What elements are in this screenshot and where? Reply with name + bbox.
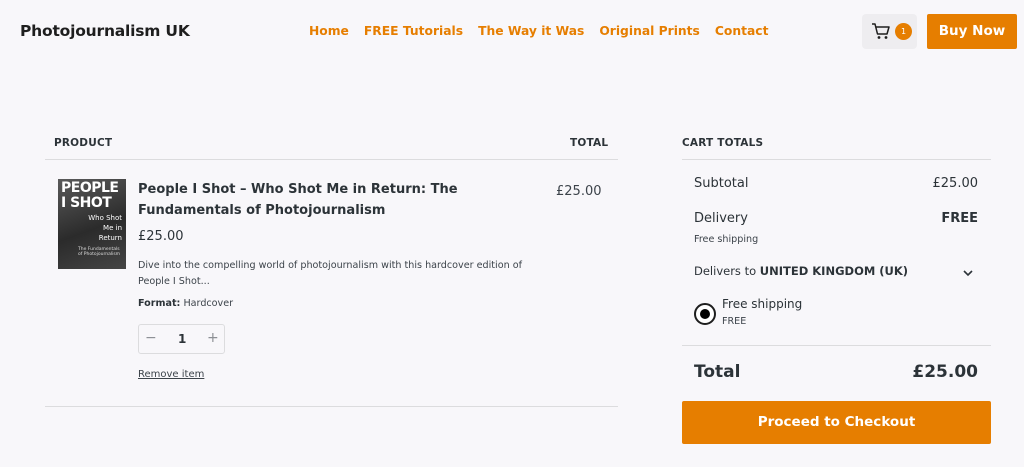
nav-free-tutorials[interactable]: FREE Tutorials <box>364 24 463 38</box>
nav-contact[interactable]: Contact <box>715 24 769 38</box>
nav-the-way-it-was[interactable]: The Way it Was <box>478 24 584 38</box>
delivers-to-prefix: Delivers to <box>694 264 757 278</box>
delivers-to-country: UNITED KINGDOM (UK) <box>759 264 909 278</box>
remove-item-link[interactable]: Remove item <box>138 369 204 380</box>
line-total: £25.00 <box>556 184 602 199</box>
quantity-stepper: − 1 + <box>138 324 225 354</box>
site-header: Photojournalism UK Home FREE Tutorials T… <box>0 0 1024 64</box>
product-column-header: PRODUCT <box>54 137 113 149</box>
thumbnail-title-line-2: I SHOT <box>61 195 112 211</box>
thumbnail-title: PEOPLE I SHOT <box>61 180 119 211</box>
increase-quantity-button[interactable]: + <box>207 330 219 346</box>
proceed-to-checkout-button[interactable]: Proceed to Checkout <box>682 401 991 444</box>
subtotal-value: £25.00 <box>932 176 979 191</box>
thumbnail-title-line-1: PEOPLE <box>61 180 119 196</box>
thumbnail-subtitle-line-2: Me in <box>103 224 122 232</box>
order-total-label: Total <box>694 362 741 382</box>
shipping-option-label[interactable]: Free shipping <box>722 297 802 311</box>
delivers-to-selector[interactable]: Delivers to UNITED KINGDOM (UK) <box>694 264 908 278</box>
product-price: £25.00 <box>138 229 184 244</box>
thumbnail-caption: The Fundamentals of Photojournalism <box>78 247 120 257</box>
subtotal-label: Subtotal <box>694 176 749 191</box>
thumbnail-subtitle: Who Shot Me in Return <box>88 213 122 243</box>
cart-button[interactable]: 1 <box>862 14 917 49</box>
delivery-value: FREE <box>941 211 978 226</box>
shipping-option-radio[interactable] <box>694 303 716 325</box>
site-title[interactable]: Photojournalism UK <box>20 22 190 40</box>
decrease-quantity-button[interactable]: − <box>145 330 157 346</box>
nav-home[interactable]: Home <box>309 24 349 38</box>
shipping-option-price: FREE <box>722 316 747 327</box>
thumbnail-subtitle-line-3: Return <box>98 234 122 242</box>
delivery-note: Free shipping <box>694 234 759 245</box>
main-nav: Home FREE Tutorials The Way it Was Origi… <box>309 24 768 38</box>
table-bottom-divider <box>45 406 618 407</box>
thumbnail-caption-line-2: of Photojournalism <box>78 252 121 257</box>
cart-icon <box>872 23 890 39</box>
quantity-value[interactable]: 1 <box>178 332 186 346</box>
product-format: Format: Hardcover <box>138 298 233 309</box>
table-divider <box>45 159 618 160</box>
nav-original-prints[interactable]: Original Prints <box>599 24 700 38</box>
total-column-header: TOTAL <box>570 137 609 149</box>
buy-now-button[interactable]: Buy Now <box>927 14 1017 49</box>
product-thumbnail[interactable]: PEOPLE I SHOT Who Shot Me in Return The … <box>58 179 126 269</box>
format-label: Format: <box>138 298 181 309</box>
thumbnail-subtitle-line-1: Who Shot <box>88 214 122 222</box>
product-description: Dive into the compelling world of photoj… <box>138 260 522 287</box>
cart-totals-heading: CART TOTALS <box>682 137 764 149</box>
totals-bottom-divider <box>682 345 991 346</box>
format-value: Hardcover <box>183 298 234 309</box>
delivery-label: Delivery <box>694 211 748 226</box>
chevron-down-icon[interactable] <box>962 269 974 277</box>
cart-count-badge: 1 <box>895 23 912 40</box>
totals-divider <box>682 159 991 160</box>
order-total-value: £25.00 <box>912 362 978 382</box>
product-name-link[interactable]: People I Shot – Who Shot Me in Return: T… <box>138 180 468 221</box>
